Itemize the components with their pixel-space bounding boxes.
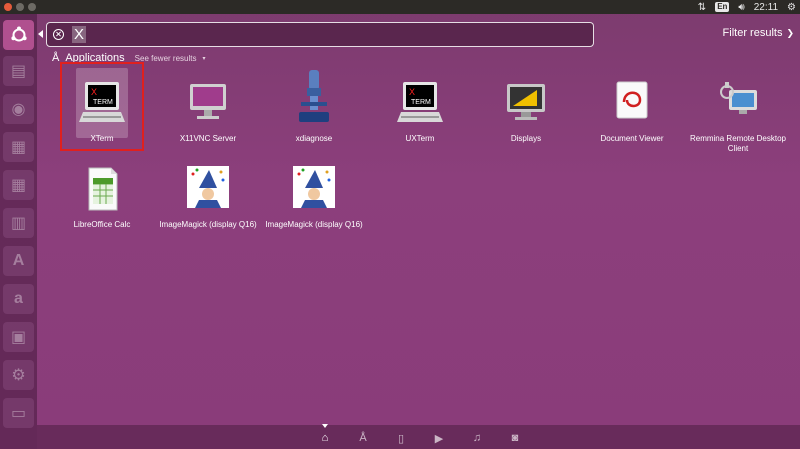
active-launcher-arrow [38, 30, 43, 38]
launcher-item-impress[interactable]: ▥ [3, 208, 34, 238]
spreadsheet-icon [77, 164, 127, 214]
launcher-item-files[interactable]: ▤ [3, 56, 34, 86]
displays-icon [501, 78, 551, 128]
video-lens-icon[interactable]: ▶ [432, 431, 446, 445]
home-lens-icon[interactable]: ⌂ [318, 431, 332, 445]
app-tile-uxterm[interactable]: X TERM UXTerm [368, 78, 472, 144]
launcher-item-settings[interactable]: ⚙ [3, 360, 34, 390]
app-label: Document Viewer [600, 134, 664, 143]
ubuntu-logo-icon [10, 26, 27, 42]
keyboard-layout-indicator[interactable]: En [715, 2, 730, 12]
microscope-icon [289, 70, 339, 128]
launcher-item-qts[interactable]: ▣ [3, 322, 34, 352]
svg-text:X: X [409, 87, 415, 97]
maximize-window-button[interactable] [28, 3, 36, 11]
launcher-item-browser[interactable]: ◉ [3, 94, 34, 124]
active-lens-indicator [322, 424, 328, 428]
filter-results-label: Filter results [722, 27, 783, 39]
app-label: Remmina Remote Desktop Client [689, 134, 787, 153]
volume-icon[interactable]: 🔊︎ [738, 2, 744, 13]
app-tile-remmina[interactable]: Remmina Remote Desktop Client [686, 78, 790, 154]
clock[interactable]: 22:11 [754, 2, 778, 13]
remmina-icon [713, 78, 763, 128]
gear-icon[interactable]: ⚙ [787, 2, 796, 13]
lens-bar [37, 425, 800, 449]
launcher-item-amazon[interactable]: a [3, 284, 34, 314]
clear-search-icon[interactable] [53, 29, 64, 40]
app-label: X11VNC Server [179, 134, 237, 143]
launcher: ▤ ◉ ▦ ▦ ▥ A a ▣ ⚙ ▭ [0, 14, 37, 449]
photos-lens-icon[interactable]: ◙ [508, 431, 522, 445]
music-lens-icon[interactable]: ♫ [470, 431, 484, 445]
app-tile-x11vnc[interactable]: X11VNC Server [156, 78, 260, 144]
applications-lens-icon[interactable]: Å [356, 431, 370, 445]
close-window-button[interactable] [4, 3, 12, 11]
app-tile-xdiagnose[interactable]: xdiagnose [262, 70, 366, 144]
files-lens-icon[interactable]: ▯ [394, 431, 408, 445]
app-tile-imagemagick-2[interactable]: ImageMagick (display Q16) [262, 164, 366, 230]
app-tile-libreoffice-calc[interactable]: LibreOffice Calc [50, 164, 154, 230]
wizard-icon [183, 164, 233, 214]
app-tile-document-viewer[interactable]: Document Viewer [580, 78, 684, 144]
indicator-area: ⇅ En 🔊︎ 22:11 ⚙ [698, 0, 796, 14]
applications-category-icon: Å [52, 52, 60, 64]
network-icon[interactable]: ⇅ [698, 2, 706, 13]
launcher-item-writer[interactable]: ▦ [3, 132, 34, 162]
app-tile-imagemagick-1[interactable]: ImageMagick (display Q16) [156, 164, 260, 230]
selection-highlight [60, 62, 144, 151]
dash-search-box[interactable]: X [46, 22, 594, 47]
launcher-item-workspaces[interactable]: ▭ [3, 398, 34, 428]
app-label: ImageMagick (display Q16) [265, 220, 363, 229]
document-viewer-icon [607, 78, 657, 128]
monitor-icon [183, 78, 233, 128]
app-label: ImageMagick (display Q16) [159, 220, 257, 229]
top-panel: ⇅ En 🔊︎ 22:11 ⚙ [0, 0, 800, 14]
app-label: LibreOffice Calc [73, 220, 131, 229]
app-tile-displays[interactable]: Displays [474, 78, 578, 144]
dash-home-button[interactable] [3, 20, 34, 50]
wizard-icon [289, 164, 339, 214]
launcher-item-software-center[interactable]: A [3, 246, 34, 276]
launcher-item-calc[interactable]: ▦ [3, 170, 34, 200]
chevron-down-icon[interactable]: ▾ [202, 55, 205, 62]
search-input[interactable]: X [72, 26, 87, 43]
chevron-right-icon: ❯ [786, 27, 794, 38]
xterm-icon: X TERM [395, 78, 445, 128]
app-label: UXTerm [405, 134, 435, 143]
svg-text:TERM: TERM [411, 99, 431, 106]
app-label: xdiagnose [295, 134, 333, 143]
filter-results-button[interactable]: Filter results ❯ [723, 27, 794, 39]
minimize-window-button[interactable] [16, 3, 24, 11]
app-label: Displays [510, 134, 542, 143]
